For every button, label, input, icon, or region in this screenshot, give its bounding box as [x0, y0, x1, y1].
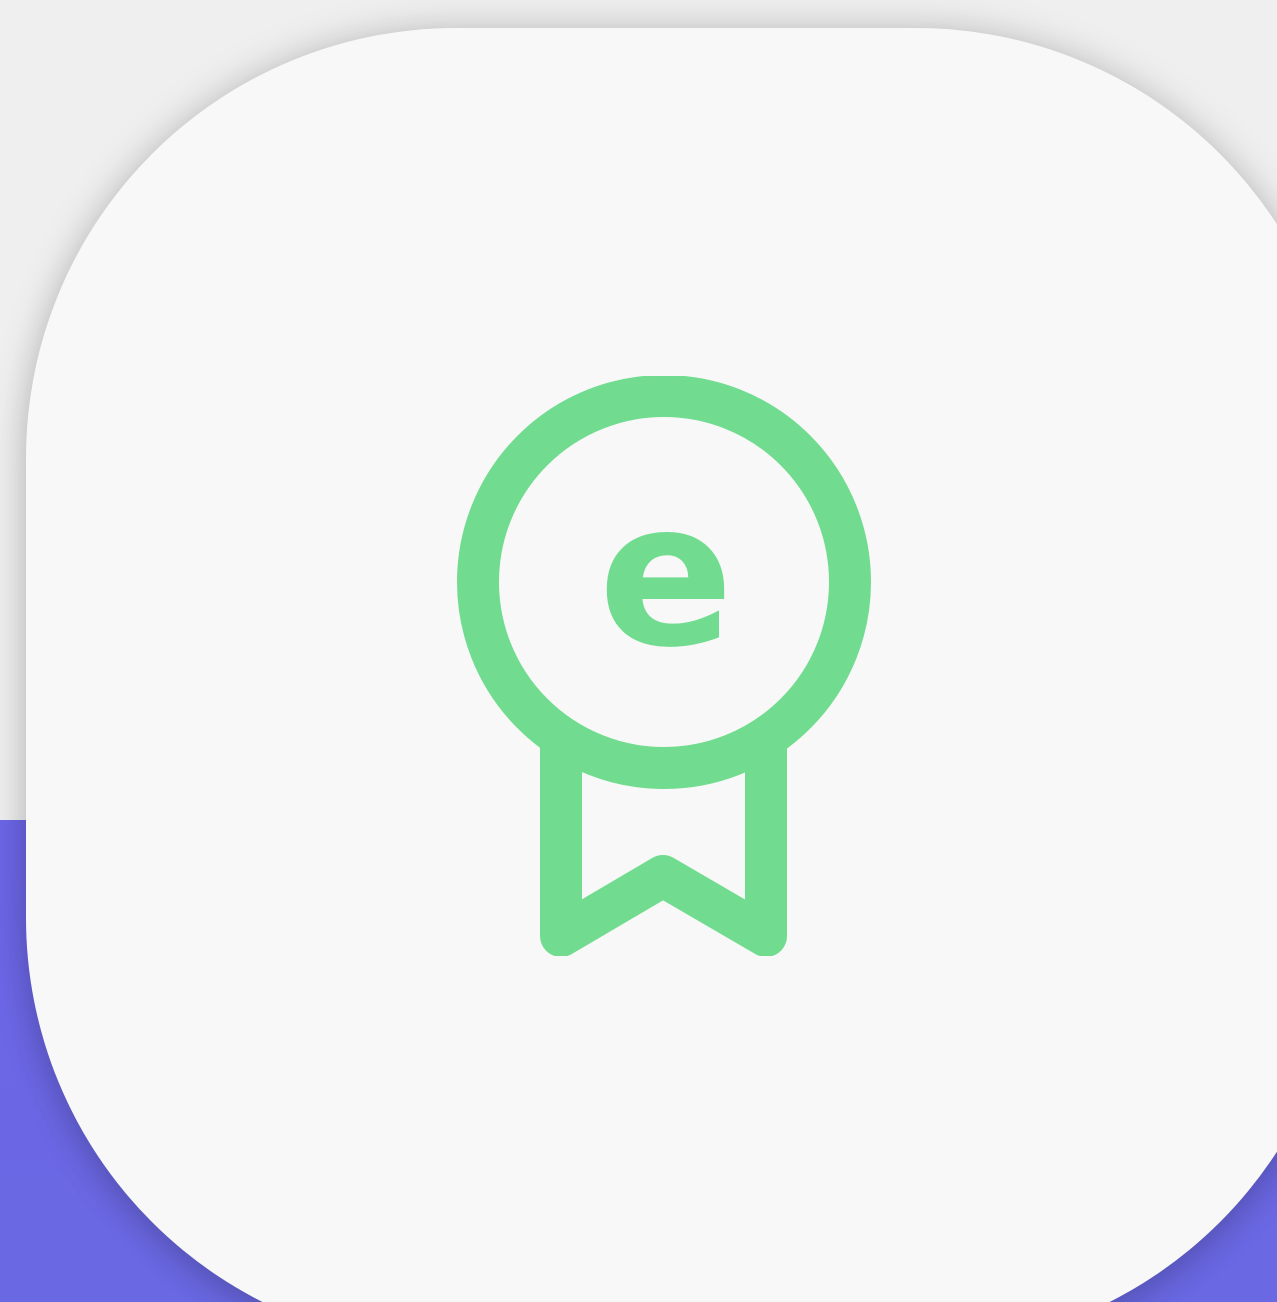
award-badge-icon: e: [456, 376, 872, 956]
badge-letter: e: [598, 459, 734, 692]
app-icon-canvas: e: [0, 0, 1277, 1302]
